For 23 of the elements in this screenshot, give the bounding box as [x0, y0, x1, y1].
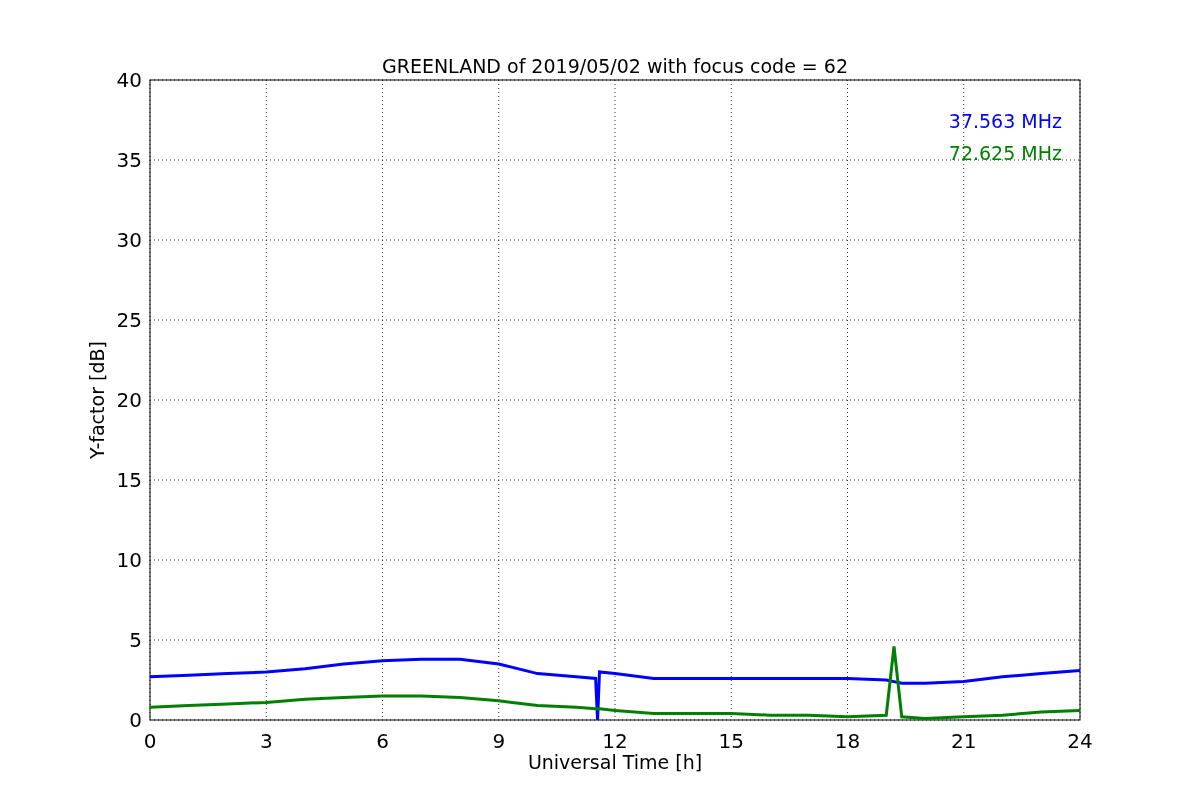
x-tick-label: 24 — [1067, 729, 1093, 753]
x-tick-label: 21 — [951, 729, 977, 753]
x-tick-label: 15 — [718, 729, 744, 753]
x-tick-label: 0 — [143, 729, 157, 753]
y-tick-label: 30 — [116, 228, 142, 252]
y-tick-label: 15 — [116, 468, 142, 492]
x-tick-label: 18 — [834, 729, 861, 753]
x-tick-label: 3 — [259, 729, 273, 753]
y-tick-label: 35 — [116, 148, 142, 172]
legend-label: 72.625 MHz — [948, 142, 1062, 164]
y-tick-label: 0 — [129, 708, 142, 732]
y-tick-label: 40 — [116, 68, 142, 92]
x-tick-label: 12 — [602, 729, 628, 753]
y-tick-label: 20 — [116, 388, 142, 412]
x-tick-label: 9 — [492, 729, 506, 753]
x-axis-label: Universal Time [h] — [527, 751, 703, 773]
legend-label: 37.563 MHz — [948, 110, 1062, 132]
y-tick-label: 25 — [116, 308, 142, 332]
y-tick-label: 5 — [129, 628, 142, 652]
y-tick-label: 10 — [116, 548, 142, 572]
y-axis-label: Y-factor [dB] — [86, 341, 108, 459]
chart-title: GREENLAND of 2019/05/02 with focus code = 62 — [382, 55, 848, 77]
x-tick-label: 6 — [376, 729, 389, 753]
